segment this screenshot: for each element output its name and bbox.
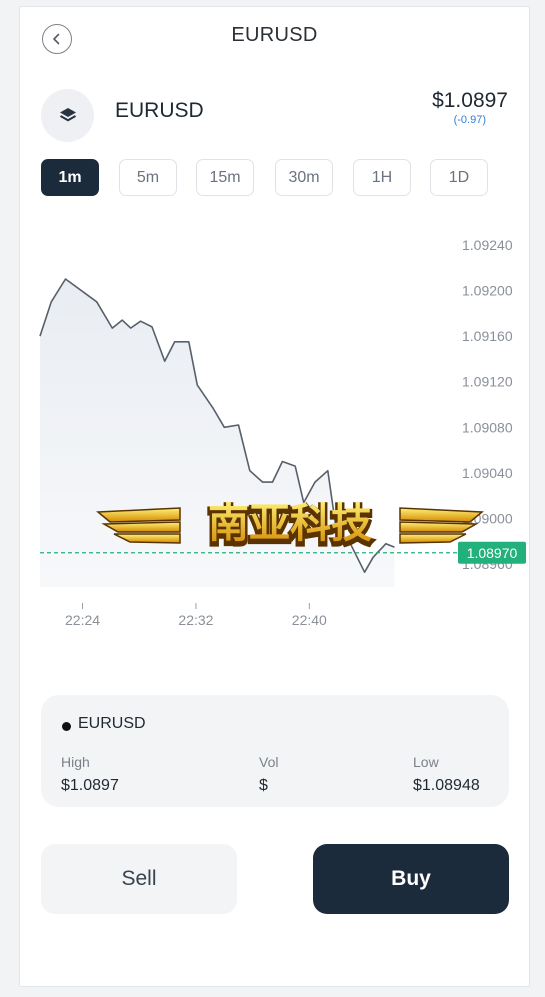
high-label: High	[61, 754, 90, 770]
tab-15m[interactable]: 15m	[196, 159, 254, 196]
price-chart[interactable]: 1.09240 1.09200 1.09160 1.09120 1.09080 1.090…	[39, 222, 530, 642]
y-tick-label-2: 1.09160	[462, 328, 513, 344]
price-change: (-0.97)	[453, 114, 486, 126]
tab-30m[interactable]: 30m	[275, 159, 333, 196]
y-tick-label-4: 1.09080	[462, 419, 513, 435]
y-tick-label-0: 1.09240	[462, 237, 513, 253]
tab-1h[interactable]: 1H	[353, 159, 411, 196]
trade-screen: EURUSD EURUSD $1.0897 (-0.97) 1m 5m 15m …	[19, 6, 530, 987]
page-title: EURUSD	[231, 24, 318, 46]
stats-card: EURUSD High $1.0897 Vol $ Low $1.08948	[41, 695, 509, 807]
symbol-avatar	[41, 89, 94, 142]
vol-label: Vol	[259, 754, 279, 770]
x-tick-label-1: 22:32	[178, 612, 213, 628]
high-value: $1.0897	[61, 777, 119, 794]
symbol-dot	[62, 722, 71, 731]
low-label: Low	[413, 754, 439, 770]
watermark-logo-text: 南亚科技	[208, 499, 372, 547]
stats-symbol: EURUSD	[78, 715, 146, 732]
tab-1d[interactable]: 1D	[430, 159, 488, 196]
symbol-name: EURUSD	[115, 99, 204, 122]
current-price: $1.0897	[432, 89, 508, 112]
vol-value: $	[259, 777, 268, 794]
buy-button[interactable]: Buy	[313, 844, 509, 914]
x-tick-label-2: 22:40	[292, 612, 327, 628]
y-tick-label-3: 1.09120	[462, 374, 513, 390]
y-tick-label-5: 1.09040	[462, 465, 513, 481]
tab-5m[interactable]: 5m	[119, 159, 177, 196]
low-value: $1.08948	[413, 777, 480, 794]
timeframe-tabs: 1m 5m 15m 30m 1H 1D	[41, 159, 491, 196]
x-tick-label-0: 22:24	[65, 612, 100, 628]
tab-1m[interactable]: 1m	[41, 159, 99, 196]
price-chart-svg: 1.09240 1.09200 1.09160 1.09120 1.09080 1.090…	[39, 237, 526, 628]
current-price-tag-label: 1.08970	[467, 545, 518, 561]
y-tick-label-1: 1.09200	[462, 282, 513, 298]
layers-icon	[59, 107, 76, 121]
sell-button[interactable]: Sell	[41, 844, 237, 914]
